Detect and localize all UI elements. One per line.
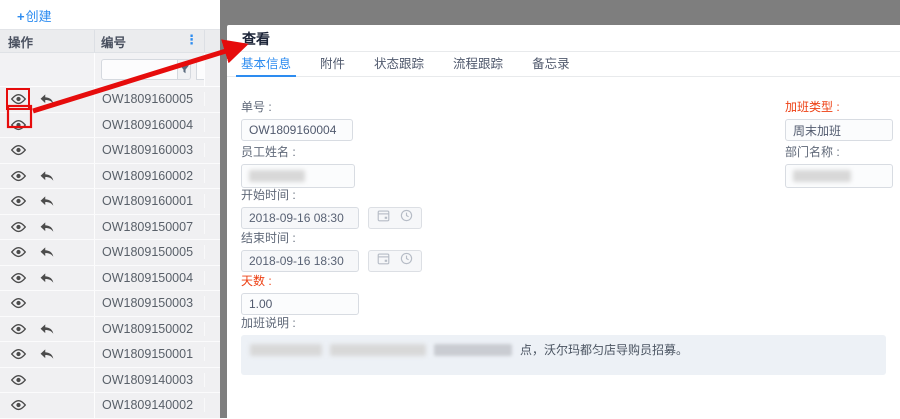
redacted-value [249, 170, 305, 182]
row-number: OW1809160003 [102, 143, 194, 158]
view-eye-icon[interactable] [6, 88, 30, 111]
redacted-text [434, 343, 512, 356]
next-column-filter-stub [196, 59, 204, 80]
filter-funnel-icon[interactable] [178, 59, 192, 80]
view-eye-icon[interactable] [9, 346, 27, 362]
plus-icon: + [17, 9, 25, 24]
undo-reply-icon[interactable] [38, 193, 56, 209]
row-number: OW1809160005 [102, 92, 194, 107]
view-eye-icon[interactable] [9, 321, 27, 337]
view-eye-icon[interactable] [9, 117, 27, 133]
table-row: OW1809150007 [0, 214, 222, 240]
create-button[interactable]: +创建 [17, 6, 52, 25]
column-menu-icon[interactable]: ⋮ [185, 32, 198, 48]
table-row: OW1809140002 [0, 393, 222, 419]
table-row: OW1809160003 [0, 138, 222, 164]
table-row: OW1809150004 [0, 265, 222, 291]
note-visible-text: 点，沃尔玛都匀店导购员招募。 [520, 343, 689, 357]
row-number: OW1809150007 [102, 219, 194, 234]
order-no-input[interactable]: OW1809160004 [241, 119, 353, 141]
basic-info-form: 单号 : OW1809160004 员工姓名 : 开始时间 : 2018-09-… [227, 25, 900, 418]
row-number: OW1809160002 [102, 168, 194, 183]
view-eye-icon[interactable] [9, 270, 27, 286]
undo-reply-icon[interactable] [38, 219, 56, 235]
overtime-type-input[interactable]: 周末加班 [785, 119, 893, 141]
redacted-value [793, 170, 851, 182]
undo-reply-icon[interactable] [38, 321, 56, 337]
days-input[interactable]: 1.00 [241, 293, 359, 315]
view-drawer: 查看 基本信息 附件 状态跟踪 流程跟踪 备忘录 单号 : OW18091600… [227, 25, 900, 418]
undo-reply-icon[interactable] [38, 346, 56, 362]
row-number: OW1809140003 [102, 372, 194, 387]
note-label: 加班说明 : [241, 316, 296, 330]
undo-reply-icon[interactable] [38, 168, 56, 184]
end-time-label: 结束时间 : [241, 231, 296, 245]
table-header-row: 操作 编号 ⋮ [0, 29, 222, 53]
table-row: OW1809160005 [0, 87, 222, 113]
table-row: OW1809150003 [0, 291, 222, 317]
table-body: OW1809160005 OW1809160004 OW1809160003 O… [0, 87, 222, 419]
table-row: OW1809150001 [0, 342, 222, 368]
view-eye-icon[interactable] [9, 372, 27, 388]
row-number: OW1809150002 [102, 321, 194, 336]
end-time-input[interactable]: 2018-09-16 18:30 [241, 250, 359, 272]
view-eye-icon[interactable] [9, 397, 27, 413]
department-input[interactable] [785, 164, 893, 188]
days-label: 天数 : [241, 274, 272, 288]
start-time-label: 开始时间 : [241, 188, 296, 202]
header-actions: 操作 [0, 30, 95, 52]
department-label: 部门名称 : [785, 145, 840, 159]
table-row: OW1809160001 [0, 189, 222, 215]
employee-name-label: 员工姓名 : [241, 145, 296, 159]
employee-name-input[interactable] [241, 164, 355, 188]
order-no-label: 单号 : [241, 100, 272, 114]
undo-reply-icon[interactable] [38, 244, 56, 260]
clock-icon[interactable] [400, 252, 413, 270]
calendar-icon[interactable] [377, 252, 390, 270]
view-eye-icon[interactable] [9, 142, 27, 158]
table-row: OW1809150005 [0, 240, 222, 266]
table-row: OW1809150002 [0, 316, 222, 342]
undo-reply-icon[interactable] [38, 270, 56, 286]
row-number: OW1809160004 [102, 117, 194, 132]
view-eye-icon[interactable] [9, 193, 27, 209]
note-textarea[interactable]: 点，沃尔玛都匀店导购员招募。 [241, 335, 886, 375]
row-number: OW1809160001 [102, 194, 194, 209]
calendar-icon[interactable] [377, 209, 390, 227]
create-button-label: 创建 [25, 9, 52, 24]
clock-icon[interactable] [400, 209, 413, 227]
header-number: 编号 ⋮ [95, 30, 205, 52]
overtime-type-label: 加班类型 : [785, 100, 840, 114]
row-number: OW1809150001 [102, 347, 194, 362]
redacted-text [250, 343, 322, 356]
table-row: OW1809160004 [0, 112, 222, 138]
view-eye-icon[interactable] [9, 244, 27, 260]
records-table: 操作 编号 ⋮ OW1809160005 OW1809160004 OW1809… [0, 29, 222, 419]
undo-reply-icon[interactable] [38, 91, 56, 107]
row-number: OW1809150005 [102, 245, 194, 260]
table-filter-row [0, 53, 222, 87]
row-number: OW1809140002 [102, 398, 194, 413]
table-row: OW1809160002 [0, 163, 222, 189]
view-eye-icon[interactable] [9, 168, 27, 184]
start-time-input[interactable]: 2018-09-16 08:30 [241, 207, 359, 229]
row-number: OW1809150003 [102, 296, 194, 311]
row-number: OW1809150004 [102, 270, 194, 285]
view-eye-icon[interactable] [9, 295, 27, 311]
table-row: OW1809140003 [0, 367, 222, 393]
redacted-text [330, 343, 426, 356]
view-eye-icon[interactable] [9, 219, 27, 235]
number-filter-input[interactable] [101, 59, 178, 80]
